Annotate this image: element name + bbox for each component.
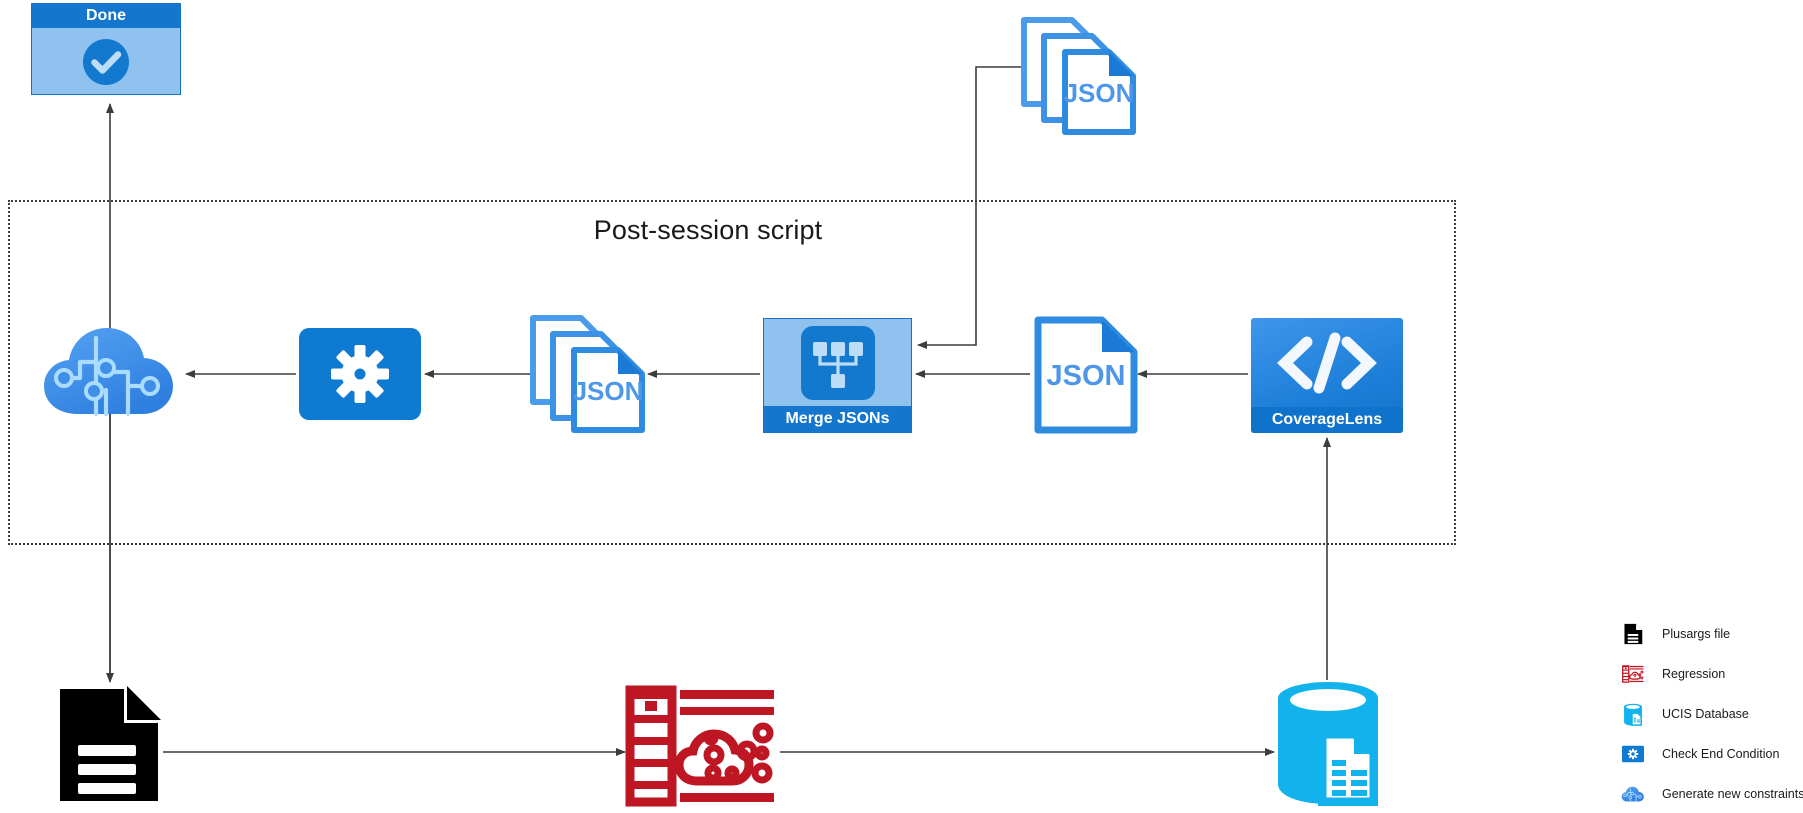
coverage-lens-label: CoverageLens: [1251, 407, 1403, 433]
gear-icon: [329, 343, 391, 405]
json-stack-middle-label: JSON: [573, 376, 644, 406]
legend: Plusargs file Regression UCIS Database C…: [1620, 614, 1803, 813]
code-brackets-icon: [1273, 332, 1381, 394]
json-stack-middle-node[interactable]: JSON: [527, 312, 652, 437]
json-single-node[interactable]: JSON: [1033, 315, 1139, 435]
done-card-body: [32, 28, 180, 95]
coverage-lens-body: [1251, 318, 1403, 407]
legend-label: UCIS Database: [1662, 707, 1749, 721]
check-end-condition-node[interactable]: [299, 328, 421, 420]
regression-filmstrip-icon: [1620, 661, 1646, 687]
generate-constraints-cloud-node[interactable]: [40, 318, 180, 428]
diagram-canvas: Post-session script Done JSON Merge JSON…: [0, 0, 1803, 813]
legend-label: Generate new constraints: [1662, 787, 1803, 801]
legend-item-regression: Regression: [1620, 654, 1800, 694]
legend-label: Plusargs file: [1662, 627, 1731, 641]
done-card-label: Done: [32, 4, 180, 28]
json-single-label: JSON: [1047, 360, 1126, 392]
legend-label: Regression: [1662, 667, 1726, 681]
legend-label: Check End Condition: [1662, 747, 1780, 761]
legend-item-generate-new-constraints: Generate new constraints: [1620, 774, 1803, 813]
merge-tree-icon: [800, 325, 875, 400]
gear-icon: [1620, 741, 1646, 767]
json-file-icon: JSON: [1033, 315, 1139, 435]
cloud-circuit-icon: [1620, 781, 1646, 807]
ucis-database-node[interactable]: [1272, 678, 1384, 806]
coverage-lens-node[interactable]: CoverageLens: [1251, 318, 1403, 433]
database-document-icon: [1620, 701, 1646, 727]
json-files-stack-icon: JSON: [1018, 14, 1143, 139]
cloud-circuit-icon: [40, 318, 180, 428]
check-circle-icon: [82, 38, 130, 86]
document-lines-icon: [1620, 621, 1646, 647]
legend-item-ucis-database: UCIS Database: [1620, 694, 1800, 734]
done-card[interactable]: Done: [31, 3, 181, 95]
regression-filmstrip-icon: [625, 685, 777, 807]
merge-jsons-label: Merge JSONs: [764, 406, 911, 432]
legend-item-check-end-condition: Check End Condition: [1620, 734, 1800, 774]
merge-jsons-body: [764, 319, 911, 406]
legend-item-plusargs-file: Plusargs file: [1620, 614, 1800, 654]
document-lines-icon: [52, 685, 162, 805]
regression-node[interactable]: [625, 685, 777, 807]
merge-jsons-node[interactable]: Merge JSONs: [763, 318, 912, 433]
json-stack-top-node[interactable]: JSON: [1018, 14, 1143, 139]
database-document-icon: [1272, 678, 1384, 806]
post-session-script-region: [8, 200, 1456, 545]
json-stack-top-label: JSON: [1064, 78, 1135, 108]
post-session-script-title: Post-session script: [593, 215, 823, 245]
json-files-stack-icon: JSON: [527, 312, 652, 437]
plusargs-file-node[interactable]: [52, 685, 162, 805]
